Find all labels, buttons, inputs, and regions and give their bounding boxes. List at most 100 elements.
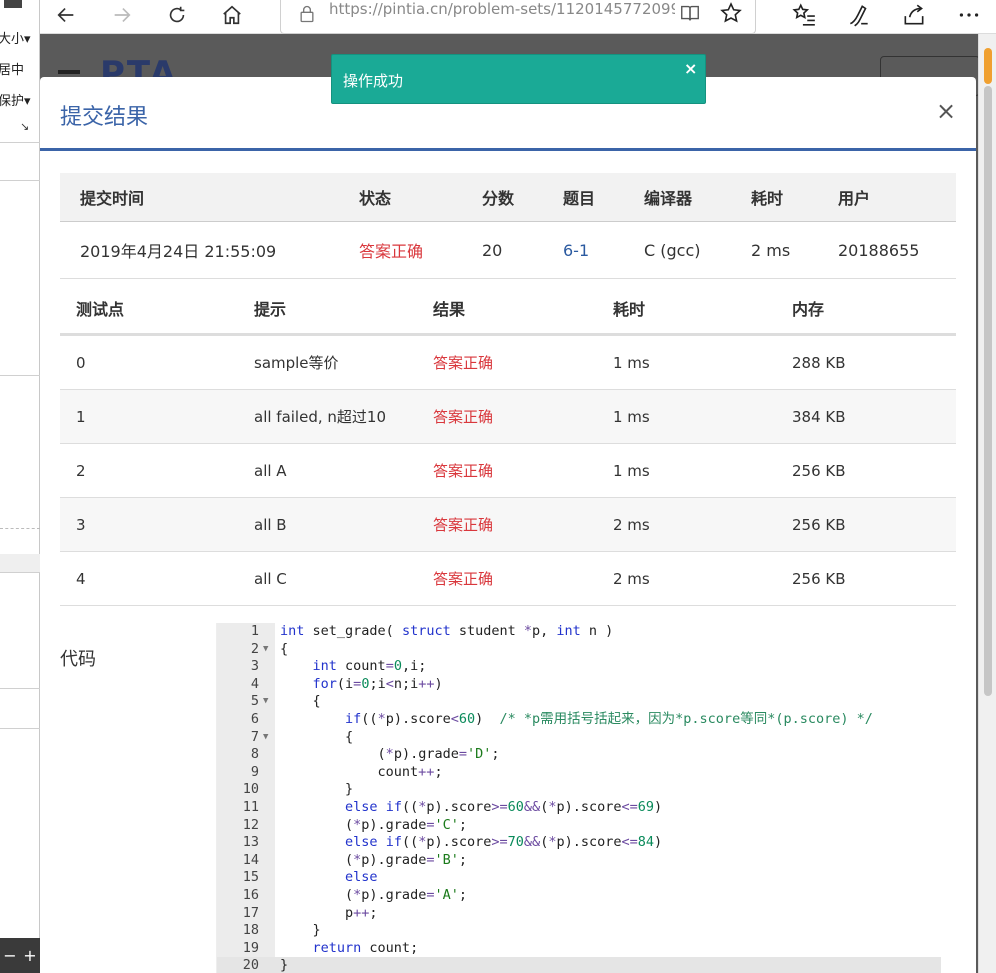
zoom-in-icon[interactable]: + <box>23 946 36 965</box>
center-option[interactable]: 居中 <box>0 59 24 78</box>
code-text: int set_grade( struct student *p, int n … <box>280 623 614 639</box>
line-number: 16 <box>242 887 259 903</box>
code-line[interactable]: 16 (*p).grade='A'; <box>217 887 941 905</box>
url-text[interactable]: https://pintia.cn/problem-sets/112014577… <box>329 0 675 18</box>
divider <box>0 572 40 573</box>
code-line[interactable]: 10 } <box>217 781 941 799</box>
code-line[interactable]: 19 return count; <box>217 940 941 958</box>
refresh-button[interactable] <box>157 0 197 30</box>
header-problem: 题目 <box>563 189 596 208</box>
line-number: 18 <box>242 922 259 939</box>
code-line[interactable]: 13 else if((*p).score>=70&&(*p).score<=8… <box>217 834 941 852</box>
gray-row <box>0 554 40 572</box>
fold-arrow-icon[interactable]: ▼ <box>263 641 268 659</box>
table-row: 0 sample等价 答案正确 1 ms 288 KB <box>60 336 956 390</box>
compiler-value: C (gcc) <box>644 240 701 260</box>
code-line[interactable]: 5 ▼ { <box>217 693 941 711</box>
test-hint: all A <box>254 461 287 480</box>
code-line[interactable]: 1 int set_grade( struct student *p, int n… <box>217 623 941 641</box>
test-hint: all failed, n超过10 <box>254 408 386 426</box>
line-number: 7 <box>250 728 259 745</box>
submission-result-modal: 提交结果 × 提交时间 状态 分数 题目 编译器 耗时 用户 2019年4月24… <box>40 77 976 973</box>
line-number: 1 <box>250 623 259 639</box>
test-result: 答案正确 <box>433 354 494 372</box>
header-hint: 提示 <box>254 299 287 319</box>
test-id: 4 <box>76 569 86 588</box>
toast-close-icon[interactable]: × <box>684 59 697 78</box>
line-number: 17 <box>242 904 259 921</box>
code-line[interactable]: 7 ▼ { <box>217 729 941 747</box>
share-icon[interactable] <box>901 2 927 28</box>
menu-icon <box>58 70 80 74</box>
code-line[interactable]: 9 count++; <box>217 764 941 782</box>
test-time: 1 ms <box>613 461 650 480</box>
more-menu-icon[interactable] <box>956 2 982 28</box>
zoom-out-icon[interactable]: − <box>3 946 16 965</box>
line-number: 9 <box>250 763 259 780</box>
header-result: 结果 <box>433 299 466 319</box>
close-icon[interactable]: × <box>934 99 958 123</box>
home-button[interactable] <box>212 0 252 30</box>
expand-icon[interactable]: ↘ <box>20 120 29 133</box>
scrollbar-track[interactable] <box>984 86 992 696</box>
test-id: 2 <box>76 461 86 480</box>
left-side-panel: 大小▾ 居中 保护▾ ↘ − + <box>0 0 40 973</box>
fold-arrow-icon[interactable]: ▼ <box>263 693 268 711</box>
summary-header-row: 提交时间 状态 分数 题目 编译器 耗时 用户 <box>60 173 956 222</box>
protect-dropdown[interactable]: 保护▾ <box>0 90 31 109</box>
test-rows: 0 sample等价 答案正确 1 ms 288 KB 1 all failed, n超过1… <box>60 336 956 606</box>
code-text: (*p).grade='C'; <box>280 816 467 833</box>
table-row: 1 all failed, n超过10 答案正确 1 ms 384 KB <box>60 390 956 444</box>
fold-arrow-icon[interactable]: ▼ <box>263 729 268 747</box>
code-line[interactable]: 14 (*p).grade='B'; <box>217 852 941 870</box>
code-text: count++; <box>280 763 443 780</box>
favorite-star-icon[interactable] <box>719 1 743 25</box>
code-line[interactable]: 17 p++; <box>217 905 941 923</box>
favorites-list-icon[interactable] <box>791 2 817 28</box>
test-result: 答案正确 <box>433 462 494 480</box>
code-text: (*p).grade='A'; <box>280 887 467 903</box>
code-line[interactable]: 2 ▼ { <box>217 641 941 659</box>
code-line[interactable]: 3 int count=0,i; <box>217 658 941 676</box>
address-bar[interactable]: https://pintia.cn/problem-sets/112014577… <box>280 0 756 34</box>
code-text: (*p).grade='D'; <box>280 746 500 763</box>
code-line[interactable]: 11 else if((*p).score>=60&&(*p).score<=6… <box>217 799 941 817</box>
test-result: 答案正确 <box>433 570 494 588</box>
user-value: 20188655 <box>838 240 920 260</box>
test-time: 2 ms <box>613 569 650 588</box>
test-id: 0 <box>76 353 86 372</box>
code-line[interactable]: 18 } <box>217 922 941 940</box>
code-text: return count; <box>312 939 419 956</box>
test-hint: all C <box>254 569 287 588</box>
divider <box>0 528 40 529</box>
header-compiler: 编译器 <box>644 189 693 208</box>
code-line[interactable]: 8 (*p).grade='D'; <box>217 746 941 764</box>
test-hint: sample等价 <box>254 354 339 372</box>
code-text: { <box>280 640 289 657</box>
line-number: 10 <box>242 781 259 798</box>
summary-table: 提交时间 状态 分数 题目 编译器 耗时 用户 2019年4月24日 21:55… <box>60 173 956 279</box>
size-dropdown[interactable]: 大小▾ <box>0 28 31 47</box>
header-elapsed: 耗时 <box>751 189 784 208</box>
forward-button[interactable] <box>102 0 142 30</box>
code-line[interactable]: 20} <box>217 957 941 973</box>
pen-note-icon[interactable] <box>846 2 872 28</box>
code-editor[interactable]: 1 int set_grade( struct student *p, int n… <box>216 623 941 973</box>
problem-link[interactable]: 6-1 <box>563 222 589 278</box>
scrollbar-thumb[interactable] <box>984 48 992 84</box>
back-button[interactable] <box>46 0 86 30</box>
code-label: 代码 <box>60 649 96 670</box>
line-number: 5 <box>250 693 259 710</box>
code-line[interactable]: 4 for(i=0;i<n;i++) <box>217 676 941 694</box>
zoom-control[interactable]: − + <box>0 938 40 973</box>
code-line[interactable]: 12 (*p).grade='C'; <box>217 817 941 835</box>
code-text: } <box>280 957 289 973</box>
code-line[interactable]: 15 else <box>217 869 941 887</box>
code-line[interactable]: 6 if((*p).score<60) /* *p需用括号括起来，因为*p.sc… <box>217 711 941 729</box>
reading-view-icon[interactable] <box>679 2 701 24</box>
lock-icon <box>300 5 314 23</box>
table-row: 3 all B 答案正确 2 ms 256 KB <box>60 498 956 552</box>
header-status: 状态 <box>359 189 392 208</box>
code-text: { <box>280 728 354 745</box>
page-scrollbar[interactable] <box>978 34 996 973</box>
